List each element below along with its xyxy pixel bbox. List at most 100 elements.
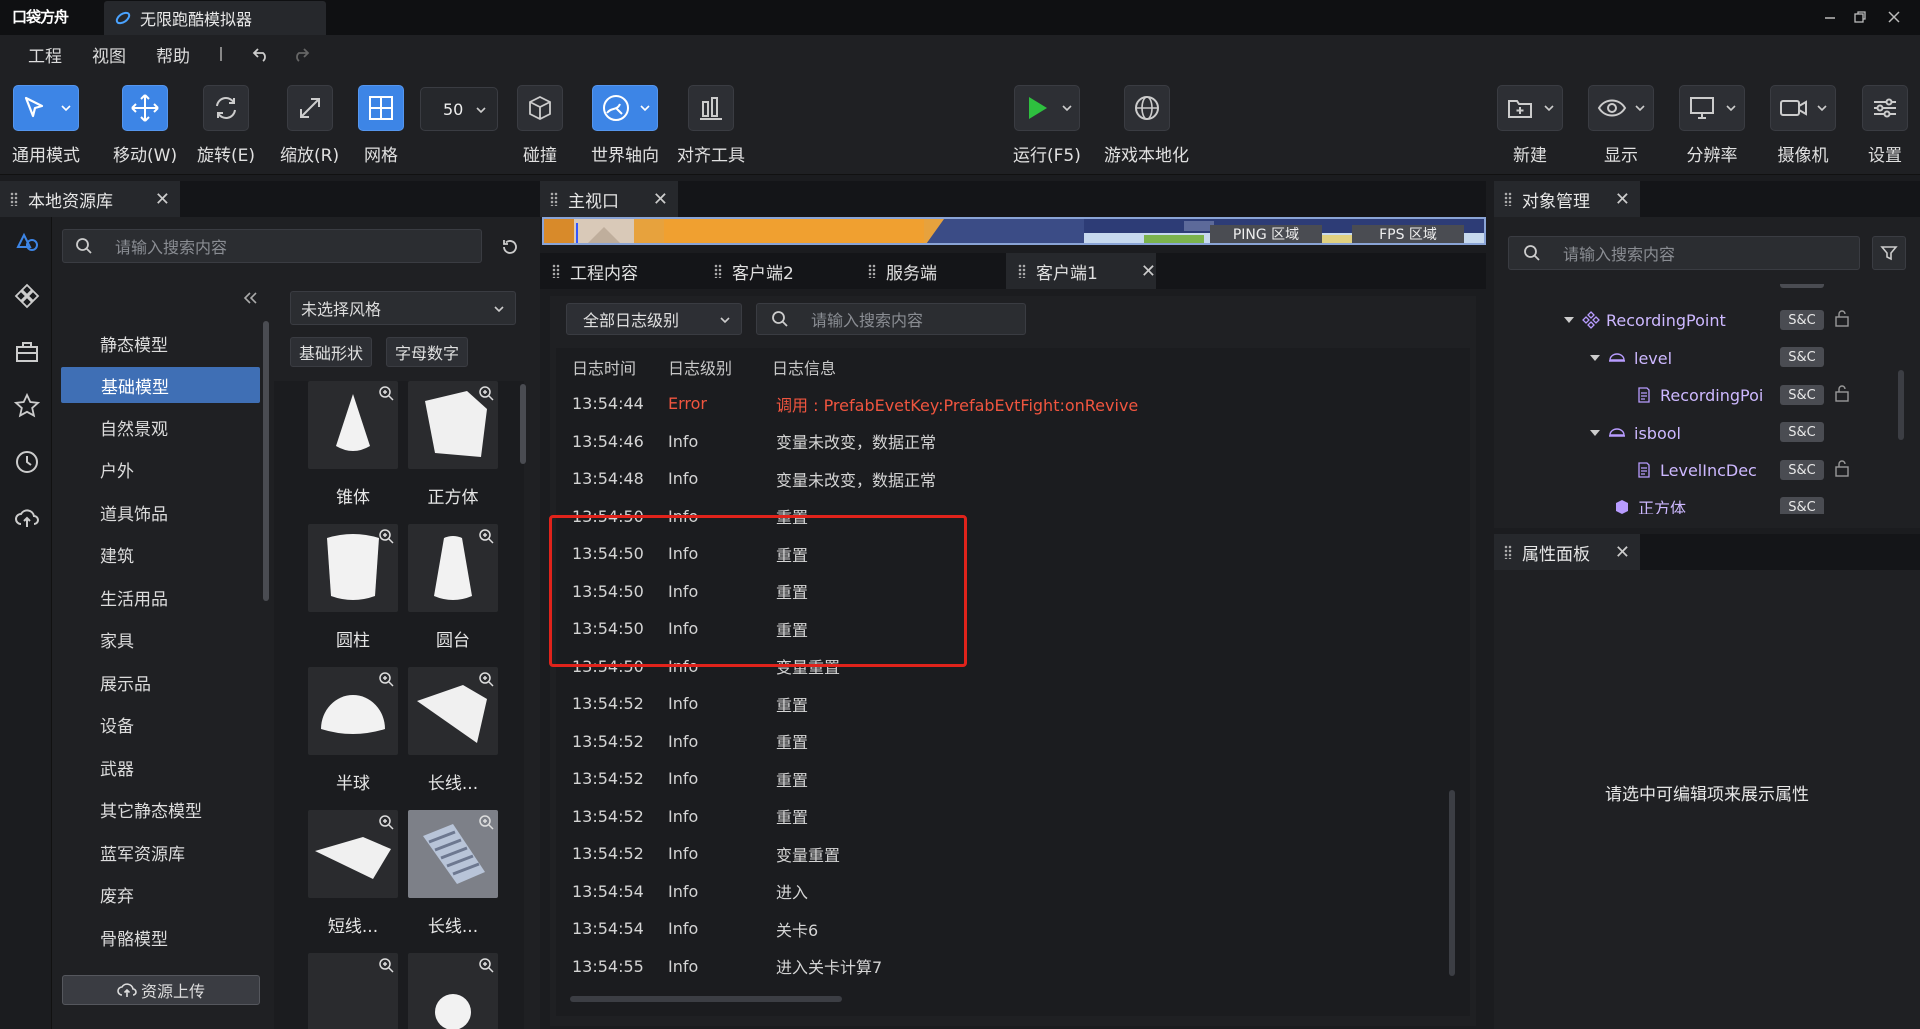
log-row[interactable]: 13:54:55 Info 进入关卡计算7	[556, 948, 1456, 985]
category-item[interactable]: 设备	[60, 706, 260, 742]
log-row[interactable]: 13:54:44 Error 调用 : PrefabEvetKey:PrefabEv…	[556, 385, 1456, 422]
asset-item[interactable]: 半球	[308, 667, 398, 794]
drag-handle-icon[interactable]	[1504, 545, 1512, 559]
caret-down-icon[interactable]	[1564, 315, 1574, 325]
move-button[interactable]	[122, 85, 169, 131]
close-icon[interactable]: ✕	[635, 189, 668, 210]
log-vertical-scrollbar[interactable]	[1449, 790, 1455, 976]
resolution-tool[interactable]: 分辨率	[1679, 85, 1745, 166]
zoom-in-icon[interactable]	[478, 385, 494, 401]
zoom-in-icon[interactable]	[478, 671, 494, 687]
asset-item[interactable]: 圆柱	[308, 524, 398, 651]
display-button[interactable]	[1588, 85, 1654, 131]
scale-tool[interactable]: 缩放(R)	[280, 85, 339, 166]
tree-row-levelincdec[interactable]: LevelIncDec	[1636, 453, 1757, 487]
viewport-preview[interactable]: PING 区域 FPS 区域	[542, 217, 1486, 245]
zoom-in-icon[interactable]	[378, 528, 394, 544]
tree-row-isbool[interactable]: isbool	[1590, 416, 1681, 450]
shapes-icon[interactable]	[14, 227, 40, 253]
world-axis-button[interactable]	[592, 85, 658, 131]
collision-button[interactable]	[517, 85, 563, 131]
drag-handle-icon[interactable]	[550, 192, 558, 206]
close-icon[interactable]: ✕	[1597, 189, 1630, 210]
new-tool[interactable]: 新建	[1497, 85, 1563, 166]
asset-thumbnail[interactable]	[408, 810, 498, 898]
refresh-icon[interactable]	[500, 237, 520, 257]
asset-library-tab[interactable]: 本地资源库 ✕	[0, 181, 180, 217]
chip-basic-shapes[interactable]: 基础形状	[290, 337, 373, 367]
drag-handle-icon[interactable]	[1018, 264, 1026, 278]
zoom-in-icon[interactable]	[478, 528, 494, 544]
history-icon[interactable]	[14, 449, 40, 475]
display-tool[interactable]: 显示	[1588, 85, 1654, 166]
collision-tool[interactable]: 碰撞	[517, 85, 563, 166]
category-item[interactable]: 户外	[60, 451, 260, 487]
asset-thumbnail[interactable]	[308, 953, 398, 1029]
camera-tool[interactable]: 摄像机	[1770, 85, 1836, 166]
asset-thumbnail[interactable]	[408, 524, 498, 612]
rotate-button[interactable]	[203, 85, 249, 131]
log-row[interactable]: 13:54:48 Info 变量未改变，数据正常	[556, 460, 1456, 497]
caret-down-icon[interactable]	[1590, 353, 1600, 363]
world-axis-tool[interactable]: 世界轴向	[591, 85, 659, 166]
tab-server[interactable]: 服务端	[856, 253, 1006, 289]
asset-item[interactable]: 锥体	[308, 381, 398, 508]
components-icon[interactable]	[14, 283, 40, 309]
category-item[interactable]: 武器	[60, 749, 260, 785]
run-tool[interactable]: 运行(F5)	[1013, 85, 1081, 166]
category-item[interactable]: 其它静态模型	[60, 791, 260, 827]
asset-item[interactable]	[308, 953, 398, 1029]
tab-client1[interactable]: 客户端1 ✕	[1006, 253, 1156, 289]
log-row[interactable]: 13:54:54 Info 进入	[556, 873, 1456, 910]
asset-item[interactable]: 短线...	[308, 810, 398, 937]
tree-row-recordingpoi[interactable]: RecordingPoi	[1636, 378, 1763, 412]
asset-item[interactable]	[408, 953, 498, 1029]
style-select[interactable]: 未选择风格	[290, 291, 516, 325]
log-row[interactable]: 13:54:54 Info 关卡6	[556, 910, 1456, 947]
grid-size-select[interactable]: 50	[420, 87, 498, 131]
log-row[interactable]: 13:54:52 Info 重置	[556, 685, 1456, 722]
menu-view[interactable]: 视图	[92, 42, 126, 67]
zoom-in-icon[interactable]	[478, 957, 494, 973]
tree-row-level[interactable]: level	[1590, 341, 1672, 375]
category-group-skeleton[interactable]: 骨骼模型	[60, 919, 260, 955]
object-tree-scrollbar[interactable]	[1898, 370, 1904, 440]
main-viewport-tab[interactable]: 主视口 ✕	[540, 181, 678, 217]
align-tool[interactable]: 对齐工具	[677, 85, 745, 166]
log-horizontal-scrollbar[interactable]	[570, 996, 842, 1002]
move-tool[interactable]: 移动(W)	[113, 85, 177, 166]
asset-thumbnail[interactable]	[308, 667, 398, 755]
category-item[interactable]: 自然景观	[60, 409, 260, 445]
zoom-in-icon[interactable]	[378, 957, 394, 973]
category-item[interactable]: 展示品	[60, 664, 260, 700]
scale-button[interactable]	[286, 85, 333, 131]
asset-thumbnail[interactable]	[308, 381, 398, 469]
log-search-input[interactable]: 请输入搜索内容	[756, 303, 1026, 335]
tree-row-cube[interactable]: 正方体	[1614, 490, 1686, 514]
grid-button[interactable]	[358, 85, 404, 131]
general-mode-button[interactable]	[13, 85, 79, 131]
caret-down-icon[interactable]	[1590, 428, 1600, 438]
object-search-input[interactable]: 请输入搜索内容	[1508, 236, 1860, 270]
localize-button[interactable]	[1123, 85, 1170, 131]
asset-thumbnail[interactable]	[408, 953, 498, 1029]
asset-thumbnail[interactable]	[408, 381, 498, 469]
menu-help[interactable]: 帮助	[156, 42, 190, 67]
close-icon[interactable]: ✕	[1119, 261, 1156, 282]
star-icon[interactable]	[14, 393, 40, 419]
category-group-static[interactable]: 静态模型	[60, 325, 260, 361]
asset-thumbnail[interactable]	[308, 810, 398, 898]
asset-thumbnail[interactable]	[308, 524, 398, 612]
object-manager-tab[interactable]: 对象管理 ✕	[1494, 181, 1640, 217]
run-button[interactable]	[1013, 85, 1080, 131]
resolution-button[interactable]	[1679, 85, 1745, 131]
project-tab[interactable]: 无限跑酷模拟器	[104, 1, 326, 35]
zoom-in-icon[interactable]	[378, 671, 394, 687]
cloud-upload-icon[interactable]	[14, 505, 40, 531]
tab-client2[interactable]: 客户端2	[702, 253, 856, 289]
asset-item[interactable]: 长线...	[408, 810, 498, 937]
lock-icon[interactable]	[1834, 309, 1850, 327]
menu-project[interactable]: 工程	[28, 42, 62, 67]
asset-item[interactable]: 正方体	[408, 381, 498, 508]
grid-tool[interactable]: 网格	[358, 85, 404, 166]
